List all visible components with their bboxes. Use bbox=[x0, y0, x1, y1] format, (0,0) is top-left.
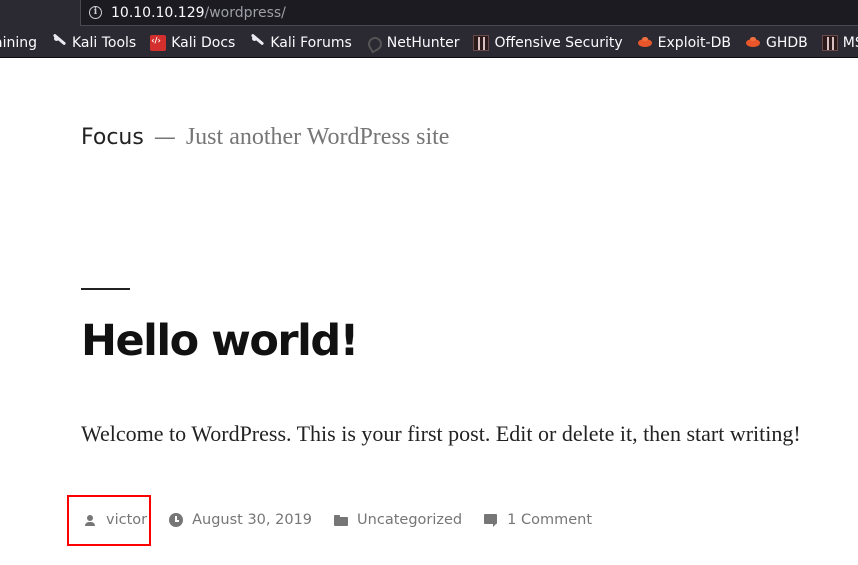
post-category-text[interactable]: Uncategorized bbox=[357, 512, 462, 528]
bookmark-label: Kali Forums bbox=[270, 34, 352, 51]
folder-icon bbox=[334, 513, 349, 527]
kali-dragon-icon bbox=[249, 35, 265, 51]
bookmark-label: Kali Docs bbox=[171, 34, 236, 51]
bookmark-label: NetHunter bbox=[386, 34, 460, 51]
bookmark-ghdb[interactable]: GHDB bbox=[745, 35, 808, 51]
post-date[interactable]: August 30, 2019 bbox=[169, 512, 312, 528]
post-content: Welcome to WordPress. This is your first… bbox=[81, 421, 801, 446]
site-description: Just another WordPress site bbox=[185, 124, 450, 150]
offsec-icon bbox=[821, 34, 838, 51]
bookmark-label: Kali Tools bbox=[72, 34, 137, 51]
exploit-db-icon bbox=[745, 35, 761, 51]
bookmark-offensive-security[interactable]: Offensive Security bbox=[473, 34, 623, 51]
comment-icon bbox=[484, 513, 498, 527]
site-title-separator: — bbox=[153, 125, 176, 150]
kali-docs-icon bbox=[150, 34, 167, 51]
url-host: 10.10.10.129 bbox=[111, 4, 205, 21]
nethunter-icon bbox=[366, 35, 382, 51]
site-info-icon[interactable]: i bbox=[89, 6, 102, 19]
bookmark-kali-tools[interactable]: Kali Tools bbox=[51, 35, 136, 51]
bookmark-training[interactable]: aining bbox=[0, 35, 37, 51]
clock-icon bbox=[169, 513, 184, 527]
bookmarks-toolbar: aining Kali Tools Kali Docs Kali Forums … bbox=[0, 28, 858, 58]
post-title[interactable]: Hello world! bbox=[81, 316, 359, 366]
post-category[interactable]: Uncategorized bbox=[334, 512, 462, 528]
post-comments[interactable]: 1 Comment bbox=[484, 512, 592, 528]
author-highlight-box bbox=[67, 495, 151, 546]
bookmark-msfu[interactable]: MSFU bbox=[821, 34, 858, 51]
kali-dragon-icon bbox=[51, 35, 67, 51]
bookmark-label: Exploit-DB bbox=[657, 34, 731, 51]
browser-toolbar: i 10.10.10.129/wordpress/ bbox=[0, 0, 858, 28]
offsec-icon bbox=[473, 34, 490, 51]
post-date-text[interactable]: August 30, 2019 bbox=[192, 512, 312, 528]
exploit-db-icon bbox=[637, 35, 653, 51]
bookmark-kali-docs[interactable]: Kali Docs bbox=[150, 34, 236, 51]
bookmark-nethunter[interactable]: NetHunter bbox=[366, 35, 460, 51]
url-path: /wordpress/ bbox=[204, 4, 286, 21]
bookmark-label: Offensive Security bbox=[494, 34, 623, 51]
post-comments-text[interactable]: 1 Comment bbox=[507, 512, 592, 528]
url-text[interactable]: 10.10.10.129/wordpress/ bbox=[111, 5, 286, 21]
site-title[interactable]: Focus bbox=[81, 125, 144, 150]
url-bar[interactable]: i 10.10.10.129/wordpress/ bbox=[80, 0, 858, 26]
entry-title-divider bbox=[81, 288, 130, 290]
site-branding: Focus — Just another WordPress site bbox=[81, 124, 449, 151]
bookmark-kali-forums[interactable]: Kali Forums bbox=[249, 34, 352, 51]
bookmark-exploit-db[interactable]: Exploit-DB bbox=[637, 35, 731, 51]
bookmark-label: aining bbox=[0, 34, 37, 51]
bookmark-label: MSFU bbox=[842, 34, 858, 51]
bookmark-label: GHDB bbox=[765, 34, 808, 51]
post-meta: victor August 30, 2019 Uncategorized 1 C… bbox=[81, 512, 592, 528]
